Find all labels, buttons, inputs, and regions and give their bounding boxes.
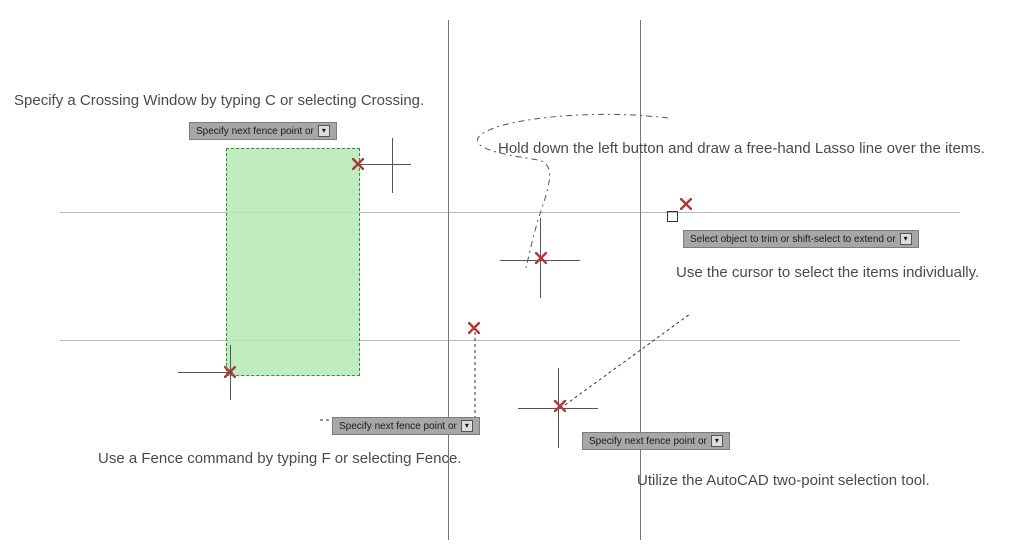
two-point-path <box>550 310 750 440</box>
tooltip-text: Specify next fence point or <box>339 421 457 432</box>
dropdown-glyph-icon: ▾ <box>900 233 912 245</box>
dropdown-glyph-icon: ▾ <box>318 125 330 137</box>
cross-tick <box>356 164 411 165</box>
fence-prompt-tooltip: Specify next fence point or ▾ <box>582 432 730 450</box>
x-marker-icon <box>680 198 692 210</box>
x-marker-icon <box>554 400 566 412</box>
grid-line-horizontal <box>60 212 960 213</box>
caption-individual: Use the cursor to select the items indiv… <box>676 264 979 281</box>
lasso-path <box>448 110 718 270</box>
cross-tick <box>230 345 231 400</box>
x-marker-icon <box>468 322 480 334</box>
grid-line-vertical <box>640 20 641 540</box>
crossing-window <box>226 148 360 376</box>
caption-two-point: Utilize the AutoCAD two-point selection … <box>637 472 930 489</box>
tooltip-text: Specify next fence point or <box>589 436 707 447</box>
tooltip-text: Select object to trim or shift-select to… <box>690 234 896 245</box>
dropdown-glyph-icon: ▾ <box>711 435 723 447</box>
caption-crossing: Specify a Crossing Window by typing C or… <box>14 92 424 109</box>
caption-lasso: Hold down the left button and draw a fre… <box>498 140 985 157</box>
diagram-canvas: Specify next fence point or ▾ Specify a … <box>0 0 1024 546</box>
cross-tick <box>392 138 393 193</box>
trim-prompt-tooltip: Select object to trim or shift-select to… <box>683 230 919 248</box>
cross-tick <box>178 372 233 373</box>
tooltip-text: Specify next fence point or <box>196 126 314 137</box>
caption-fence: Use a Fence command by typing F or selec… <box>98 450 462 467</box>
x-marker-icon <box>535 252 547 264</box>
pickbox-icon <box>667 211 678 222</box>
dropdown-glyph-icon: ▾ <box>461 420 473 432</box>
fence-prompt-tooltip: Specify next fence point or ▾ <box>332 417 480 435</box>
fence-prompt-tooltip: Specify next fence point or ▾ <box>189 122 337 140</box>
grid-line-horizontal <box>60 340 960 341</box>
